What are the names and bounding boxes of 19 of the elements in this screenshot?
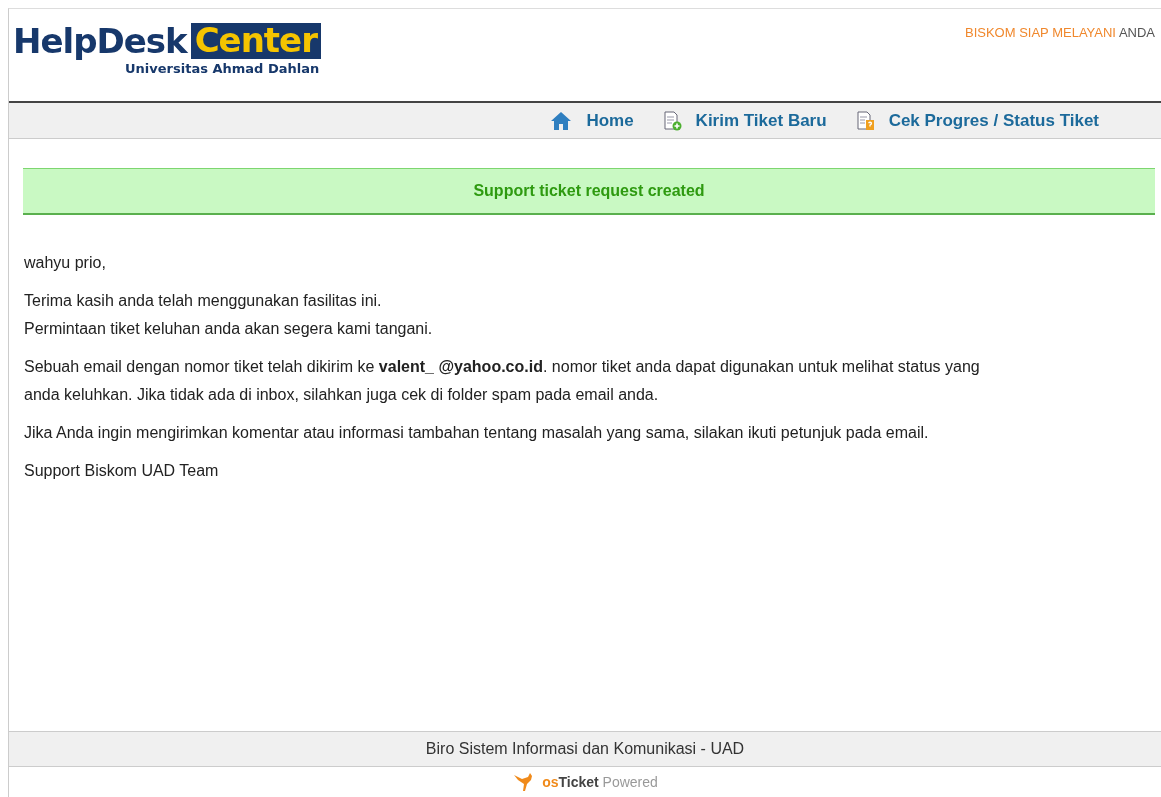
footer-text: Biro Sistem Informasi dan Komunikasi - UAD xyxy=(425,739,745,759)
message-paragraph: Terima kasih anda telah menggunakan fasilitas ini. Permintaan tiket keluhan anda akan segera kami tangani. xyxy=(24,291,434,339)
logo-badge: Center xyxy=(190,23,321,59)
message-paragraph: Support Biskom UAD Team xyxy=(24,461,220,481)
document-plus-icon xyxy=(661,110,682,131)
tagline: ANDA xyxy=(1118,25,1155,40)
message-paragraph: Sebuah email dengan nomor tiket telah dikirim ke valent_ @yahoo.co.id. nomor tiket anda dapat digunakan untuk melihat status yang anda keluhkan. Jika tidak ada di inbox, silahkan juga cek di folder spam pada email anda. xyxy=(24,357,981,405)
document-question-icon xyxy=(854,110,875,131)
tagline: BISKOM SIAP MELAYANI xyxy=(964,25,1116,40)
message-paragraph: Jika Anda ingin mengirimkan komentar atau informasi tambahan tentang masalah yang sama, silakan ikuti petunjuk pada email. xyxy=(24,423,930,443)
nav-link[interactable]: Home xyxy=(550,107,634,134)
message-paragraph: wahyu prio, xyxy=(24,253,107,273)
logo-subtitle: Universitas Ahmad Dahlan xyxy=(125,60,321,78)
nav-link[interactable]: Cek Progres / Status Tiket xyxy=(854,107,1099,134)
logo-text: HelpDesk xyxy=(13,23,187,58)
powered-by-text: osTicket Powered xyxy=(542,772,658,792)
house-icon xyxy=(550,110,573,131)
success-message: Support ticket request created xyxy=(23,168,1155,215)
nav-link[interactable]: Kirim Tiket Baru xyxy=(661,107,827,134)
